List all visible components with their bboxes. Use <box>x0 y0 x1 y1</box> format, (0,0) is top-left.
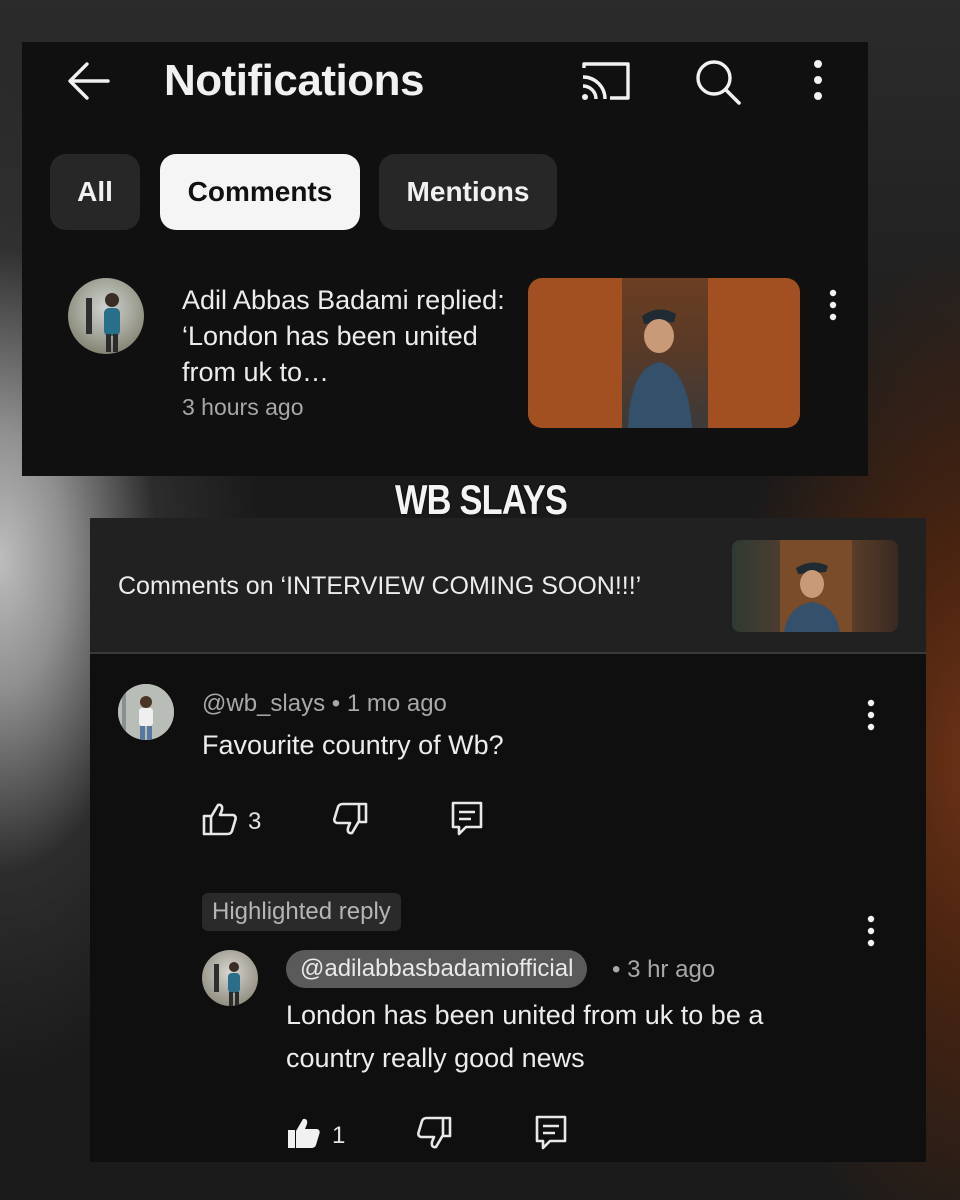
header-thumbnail-person-icon <box>780 540 852 632</box>
highlighted-reply-badge: Highlighted reply <box>202 893 401 931</box>
chip-comments[interactable]: Comments <box>160 154 360 230</box>
avatar[interactable] <box>118 684 174 740</box>
header-video-thumbnail[interactable] <box>732 540 898 632</box>
comment-more-icon[interactable] <box>864 698 878 732</box>
avatar[interactable] <box>202 950 258 1006</box>
reply-like-count: 1 <box>332 1122 346 1149</box>
commenter-avatar-icon <box>118 684 174 740</box>
more-vert-icon[interactable] <box>808 58 828 102</box>
chip-mentions-label: Mentions <box>406 176 530 207</box>
comment-meta: @wb_slays • 1 mo ago <box>202 690 447 718</box>
reply-more-icon[interactable] <box>864 914 878 948</box>
like-count: 3 <box>248 808 262 835</box>
thumbnail-frame <box>622 278 708 428</box>
chip-all-label: All <box>77 176 113 207</box>
dislike-icon[interactable] <box>416 1116 452 1150</box>
page-title: Notifications <box>164 56 424 105</box>
replier-avatar-icon <box>214 962 240 1006</box>
notification-text[interactable]: Adil Abbas Badami replied: ‘London has b… <box>182 282 522 390</box>
reply-handle[interactable]: @adilabbasbadamiofficial <box>286 950 588 988</box>
like-icon[interactable] <box>202 802 238 836</box>
cast-icon[interactable] <box>580 60 632 102</box>
notification-time: 3 hours ago <box>182 394 304 420</box>
notifications-panel: Notifications All Comments Mentions Adil <box>22 42 868 476</box>
video-thumbnail[interactable] <box>528 278 800 428</box>
app-bar: Notifications <box>22 42 868 122</box>
reply-time: • 3 hr ago <box>612 956 716 983</box>
comments-header: Comments on ‘INTERVIEW COMING SOON!!!’ <box>90 518 926 654</box>
comment-time: • 1 mo ago <box>331 690 447 717</box>
avatar-person-icon <box>86 293 120 352</box>
avatar[interactable] <box>68 278 144 354</box>
comments-header-title: Comments on ‘INTERVIEW COMING SOON!!!’ <box>118 572 642 600</box>
reply-icon[interactable] <box>450 800 484 836</box>
back-arrow-icon[interactable] <box>66 58 112 104</box>
reply-icon[interactable] <box>534 1114 568 1150</box>
chip-all[interactable]: All <box>50 154 140 230</box>
search-icon[interactable] <box>694 58 742 106</box>
thumbnail-person-icon <box>628 309 692 428</box>
watermark-text: WB SLAYS <box>395 476 568 523</box>
chip-mentions[interactable]: Mentions <box>379 154 557 230</box>
chip-comments-label: Comments <box>187 176 333 207</box>
comment-handle[interactable]: @wb_slays <box>202 690 325 717</box>
comment-text: Favourite country of Wb? <box>202 730 504 760</box>
like-filled-icon[interactable] <box>286 1116 322 1150</box>
reply-text: London has been united from uk to be a c… <box>286 1000 764 1073</box>
notification-more-icon[interactable] <box>826 288 840 322</box>
comments-panel: Comments on ‘INTERVIEW COMING SOON!!!’ @… <box>90 518 926 1162</box>
dislike-icon[interactable] <box>332 802 368 836</box>
